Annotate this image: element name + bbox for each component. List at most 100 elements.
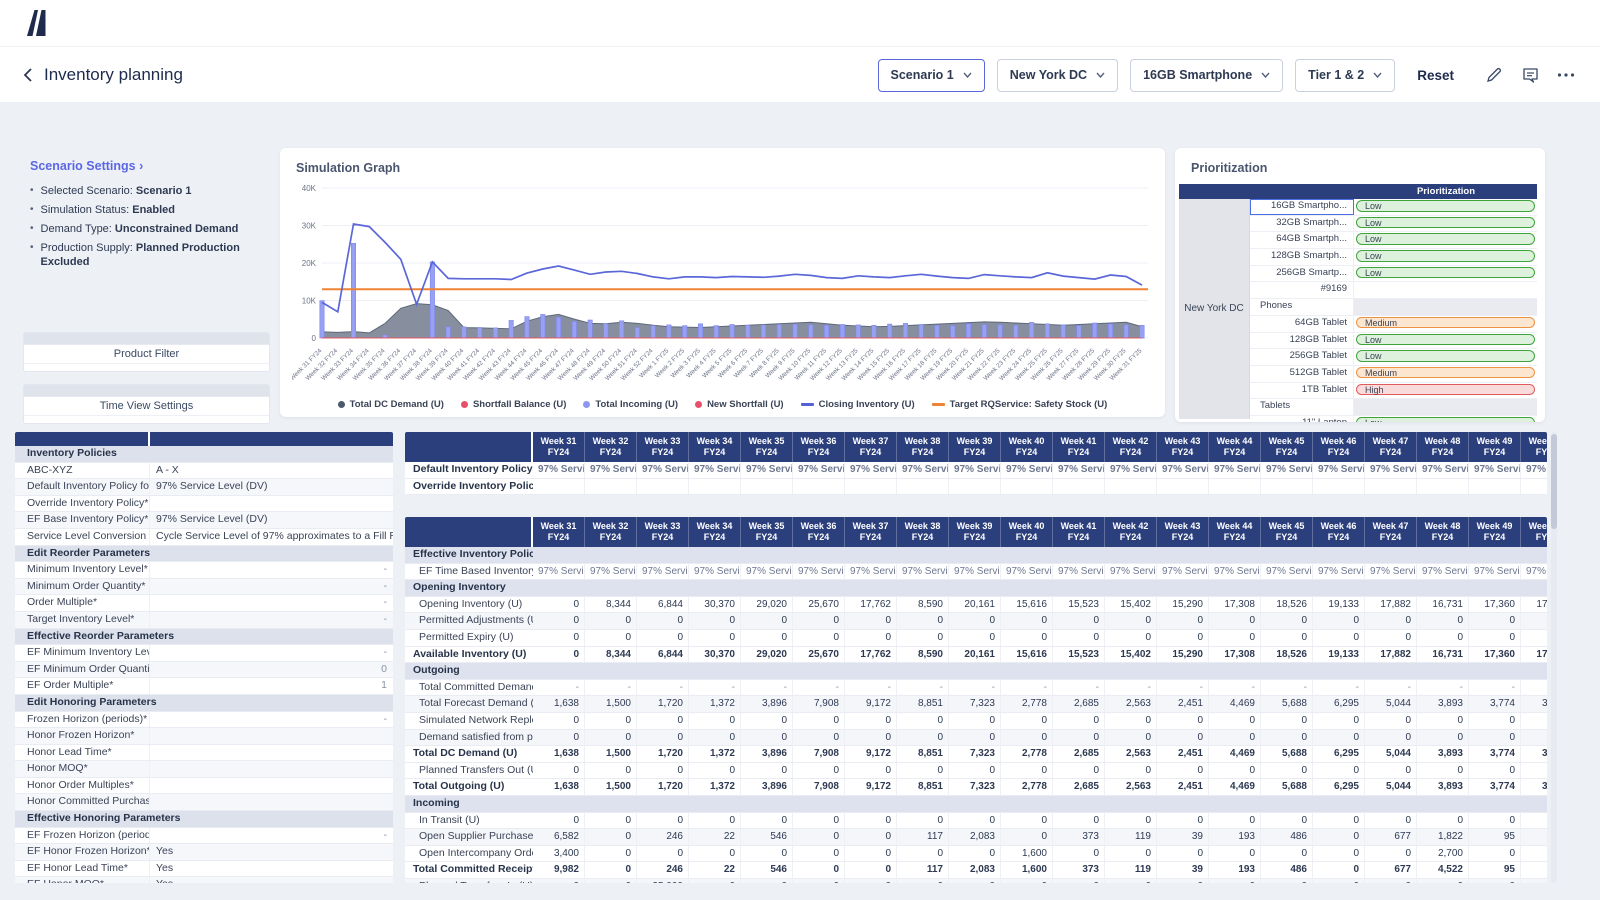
value-cell[interactable]: 0 <box>897 879 949 883</box>
value-cell[interactable]: 1,600 <box>1001 846 1053 862</box>
value-cell[interactable]: 5,044 <box>1365 746 1417 762</box>
policy-value-cell[interactable] <box>150 496 393 512</box>
value-cell[interactable]: 0 <box>1469 613 1521 629</box>
prioritization-value-cell[interactable]: Low <box>1354 216 1537 232</box>
value-cell[interactable]: 0 <box>1209 846 1261 862</box>
prioritization-value-cell[interactable] <box>1354 399 1537 415</box>
value-cell[interactable]: 193 <box>1209 829 1261 845</box>
comment-button[interactable] <box>1518 63 1542 87</box>
value-cell[interactable]: 97% Servi... <box>1209 462 1261 478</box>
value-cell[interactable]: 0 <box>1469 713 1521 729</box>
value-cell[interactable]: 0 <box>1157 730 1209 746</box>
value-cell[interactable]: 30,370 <box>689 597 741 613</box>
value-cell[interactable]: 1,720 <box>637 779 689 795</box>
value-cell[interactable]: 0 <box>1261 613 1313 629</box>
value-cell[interactable]: 0 <box>1365 630 1417 646</box>
value-cell[interactable]: 3,601 <box>1521 696 1547 712</box>
value-cell[interactable] <box>585 479 637 495</box>
value-cell[interactable]: 17,903 <box>1521 597 1547 613</box>
value-cell[interactable]: 0 <box>1105 763 1157 779</box>
value-cell[interactable]: 20,161 <box>949 597 1001 613</box>
product-name-cell[interactable]: 64GB Smartph... <box>1250 232 1354 248</box>
value-cell[interactable]: 0 <box>533 730 585 746</box>
value-cell[interactable]: 3,893 <box>1417 779 1469 795</box>
value-cell[interactable]: 0 <box>845 730 897 746</box>
value-cell[interactable]: 9,172 <box>845 779 897 795</box>
value-cell[interactable]: 0 <box>1469 630 1521 646</box>
value-cell[interactable]: 30,370 <box>689 647 741 663</box>
value-cell[interactable]: 16,731 <box>1417 597 1469 613</box>
value-cell[interactable]: 0 <box>793 829 845 845</box>
value-cell[interactable]: 0 <box>585 763 637 779</box>
value-cell[interactable]: - <box>1261 680 1313 696</box>
value-cell[interactable]: 0 <box>637 846 689 862</box>
value-cell[interactable]: 15,402 <box>1105 597 1157 613</box>
value-cell[interactable]: 1,822 <box>1417 829 1469 845</box>
value-cell[interactable]: 0 <box>1261 879 1313 883</box>
value-cell[interactable]: 0 <box>585 713 637 729</box>
value-cell[interactable]: 0 <box>845 613 897 629</box>
value-cell[interactable]: 25,670 <box>793 647 845 663</box>
value-cell[interactable]: 97% Servi... <box>845 462 897 478</box>
value-cell[interactable]: - <box>793 680 845 696</box>
value-cell[interactable]: 0 <box>533 630 585 646</box>
value-cell[interactable]: 0 <box>1157 613 1209 629</box>
value-cell[interactable]: 97% Servi... <box>897 564 949 580</box>
value-cell[interactable]: 0 <box>793 613 845 629</box>
value-cell[interactable]: 0 <box>949 730 1001 746</box>
policy-value-cell[interactable]: Yes <box>150 861 393 877</box>
value-cell[interactable]: 97% Servi... <box>533 564 585 580</box>
value-cell[interactable]: 5,688 <box>1261 779 1313 795</box>
value-cell[interactable]: 0 <box>533 879 585 883</box>
value-cell[interactable]: 97% Servi... <box>1313 462 1365 478</box>
value-cell[interactable]: 0 <box>1313 829 1365 845</box>
value-cell[interactable]: 2,451 <box>1157 696 1209 712</box>
value-cell[interactable]: 97% Servi... <box>1313 564 1365 580</box>
value-cell[interactable]: - <box>1521 680 1547 696</box>
value-cell[interactable]: - <box>1209 680 1261 696</box>
value-cell[interactable]: 97% Servi... <box>1261 462 1313 478</box>
value-cell[interactable]: 0 <box>897 613 949 629</box>
value-cell[interactable]: 2,451 <box>1157 746 1209 762</box>
value-cell[interactable]: - <box>637 680 689 696</box>
value-cell[interactable]: 7,908 <box>793 746 845 762</box>
value-cell[interactable]: 0 <box>1157 713 1209 729</box>
value-cell[interactable] <box>1053 479 1105 495</box>
more-options-button[interactable] <box>1554 63 1578 87</box>
value-cell[interactable]: 17,882 <box>1365 647 1417 663</box>
value-cell[interactable]: 0 <box>689 763 741 779</box>
value-cell[interactable]: 19,133 <box>1313 647 1365 663</box>
product-name-cell[interactable]: Tablets <box>1250 399 1354 415</box>
value-cell[interactable]: 5,688 <box>1261 746 1313 762</box>
value-cell[interactable]: 97% Servi... <box>585 564 637 580</box>
value-cell[interactable]: 0 <box>1001 879 1053 883</box>
value-cell[interactable]: 15,290 <box>1157 647 1209 663</box>
value-cell[interactable]: 0 <box>1365 763 1417 779</box>
value-cell[interactable]: 0 <box>1417 613 1469 629</box>
value-cell[interactable]: 0 <box>637 613 689 629</box>
value-cell[interactable]: 3,774 <box>1469 696 1521 712</box>
value-cell[interactable]: 0 <box>1157 630 1209 646</box>
value-cell[interactable]: 2,685 <box>1053 746 1105 762</box>
value-cell[interactable]: 0 <box>1001 630 1053 646</box>
value-cell[interactable]: 0 <box>1313 846 1365 862</box>
value-cell[interactable]: 3,774 <box>1469 746 1521 762</box>
value-cell[interactable]: - <box>949 680 1001 696</box>
value-cell[interactable]: 3,893 <box>1417 746 1469 762</box>
value-cell[interactable]: 0 <box>897 630 949 646</box>
value-cell[interactable]: 8,344 <box>585 647 637 663</box>
value-cell[interactable]: 3,896 <box>741 696 793 712</box>
value-cell[interactable]: 0 <box>689 730 741 746</box>
value-cell[interactable] <box>1365 479 1417 495</box>
value-cell[interactable]: 7,323 <box>949 779 1001 795</box>
value-cell[interactable]: 546 <box>741 829 793 845</box>
value-cell[interactable]: 373 <box>1053 829 1105 845</box>
value-cell[interactable]: 95 <box>1469 862 1521 878</box>
value-cell[interactable]: 0 <box>1053 879 1105 883</box>
value-cell[interactable]: 0 <box>741 879 793 883</box>
value-cell[interactable]: 97% Servi... <box>741 564 793 580</box>
value-cell[interactable]: 0 <box>585 829 637 845</box>
value-cell[interactable]: 0 <box>1105 613 1157 629</box>
value-cell[interactable] <box>1313 479 1365 495</box>
value-cell[interactable]: 2,083 <box>949 862 1001 878</box>
